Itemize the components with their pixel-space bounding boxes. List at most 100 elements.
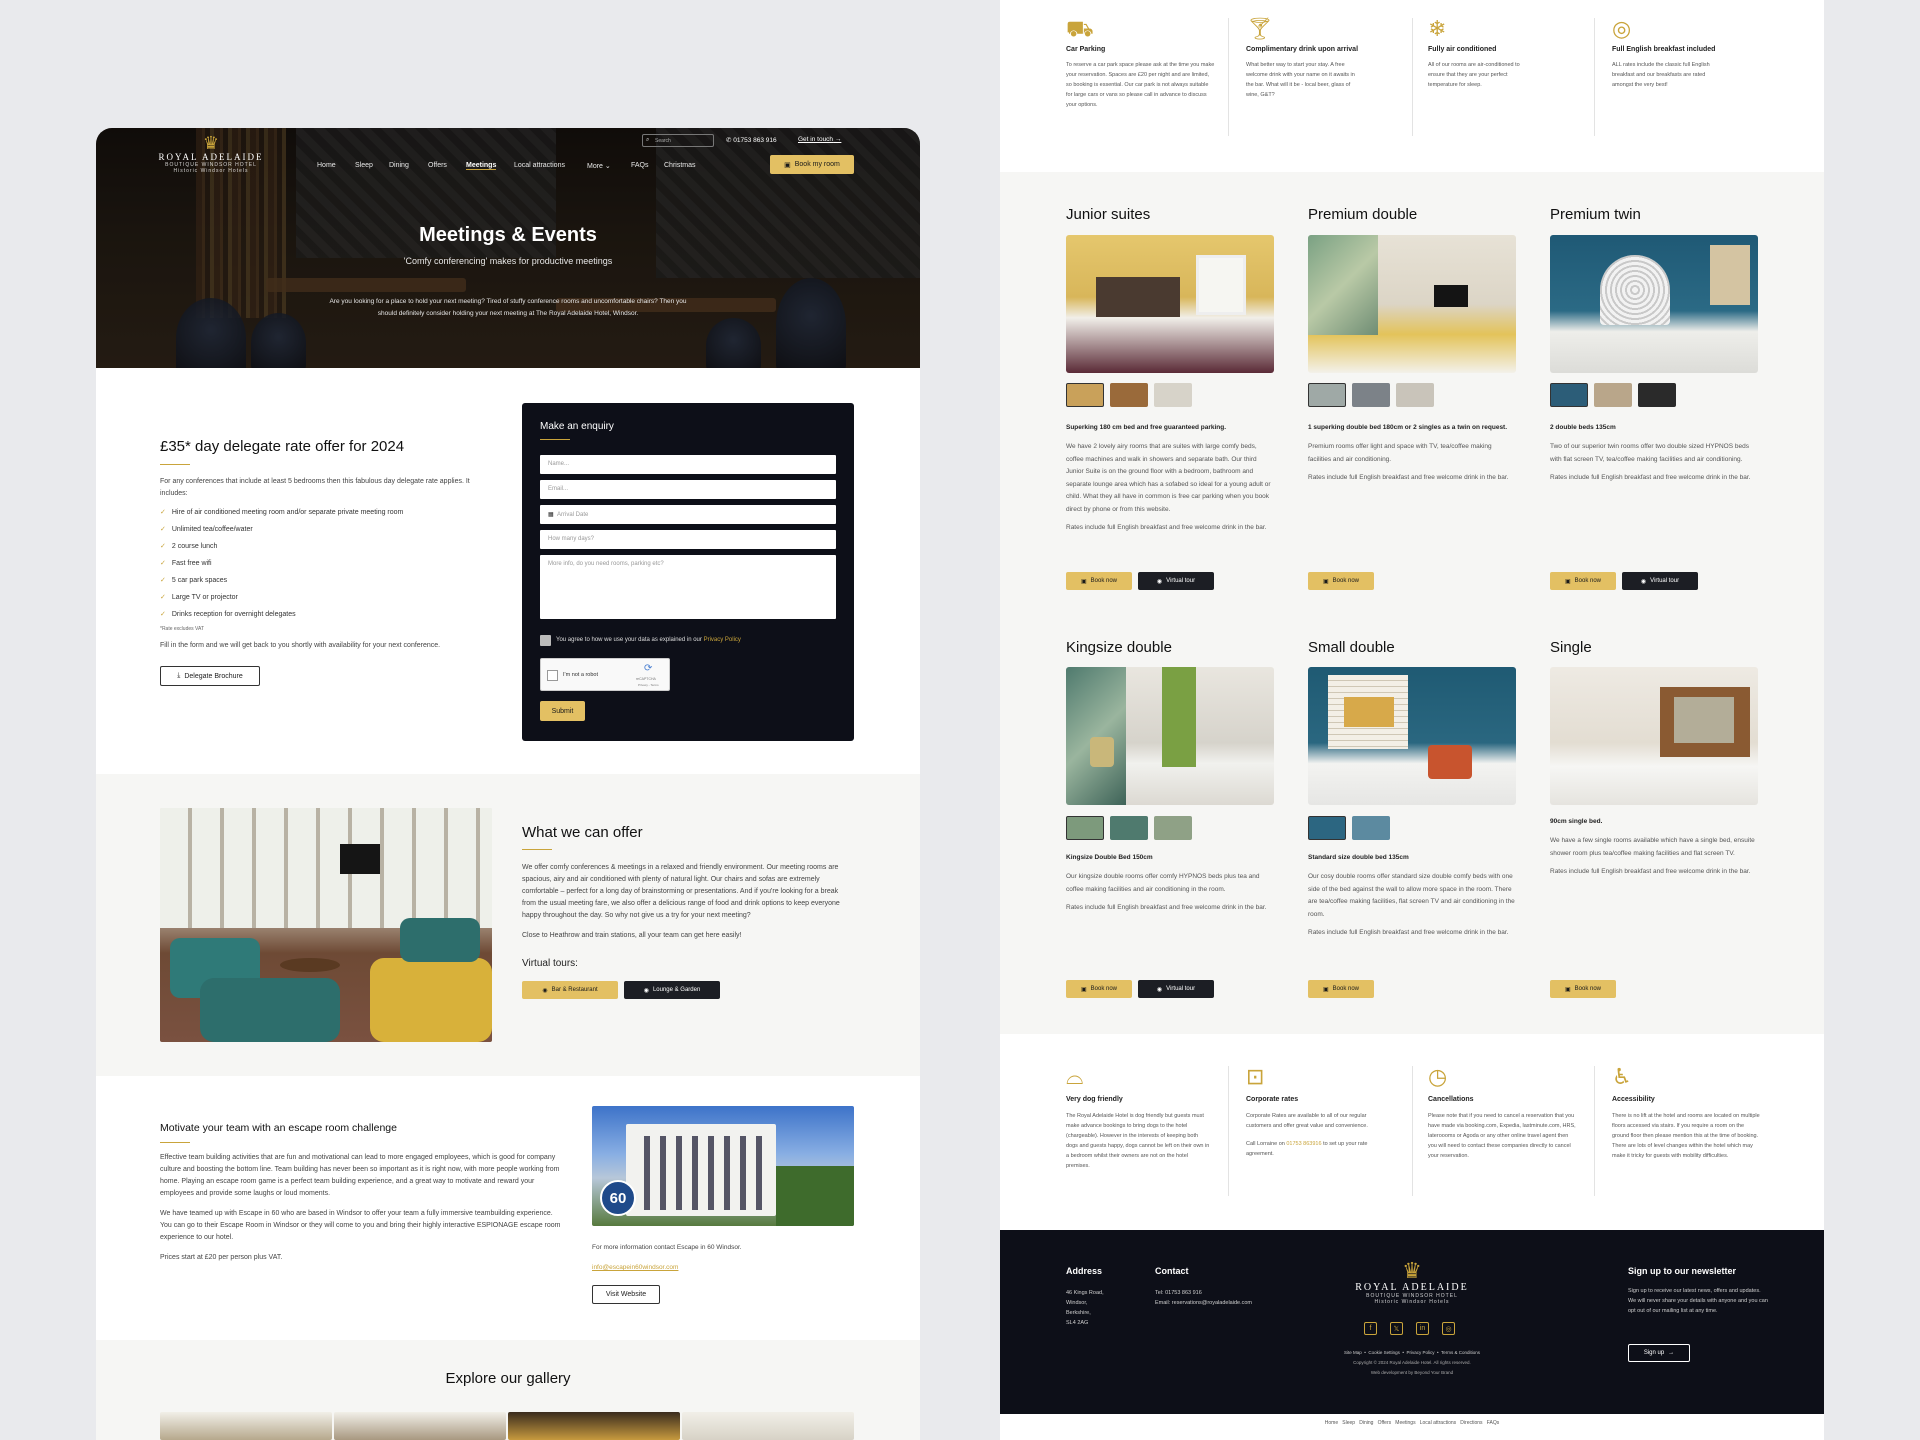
aircon-icon: ❄ xyxy=(1428,16,1447,41)
divider xyxy=(1594,1066,1595,1196)
room-thumbnail[interactable] xyxy=(1066,383,1104,407)
nav-sleep[interactable]: Sleep xyxy=(355,162,373,169)
cushion-image xyxy=(1090,737,1114,767)
divider xyxy=(1228,18,1229,136)
book-now-button[interactable]: ▣ Book now xyxy=(1066,572,1132,590)
book-label: Book now xyxy=(1574,986,1602,992)
more-info-textarea[interactable]: More info, do you need rooms, parking et… xyxy=(540,555,836,619)
room-photo[interactable] xyxy=(1308,235,1516,373)
email-field[interactable]: Email... xyxy=(540,480,836,499)
room-thumbnail[interactable] xyxy=(1154,383,1192,407)
get-in-touch-link[interactable]: Get in touch → xyxy=(798,136,841,143)
nav-dining[interactable]: Dining xyxy=(389,162,409,169)
nav-faqs[interactable]: FAQs xyxy=(631,162,649,169)
room-description: Our kingsize double rooms offer comfy HY… xyxy=(1066,873,1260,893)
car-icon: ⛟ xyxy=(1066,16,1094,41)
book-now-button[interactable]: ▣ Book now xyxy=(1308,572,1374,590)
book-now-button[interactable]: ▣ Book now xyxy=(1066,980,1132,998)
policy-accessibility: ♿︎ Accessibility There is no lift at the… xyxy=(1612,1066,1762,1161)
delegate-brochure-button[interactable]: ⤓ Delegate Brochure xyxy=(160,666,260,686)
room-thumbnail[interactable] xyxy=(1308,816,1346,840)
nav-christmas[interactable]: Christmas xyxy=(664,162,696,169)
gallery-image[interactable] xyxy=(682,1412,854,1440)
room-photo[interactable] xyxy=(1066,667,1274,805)
room-bed-info: 2 double beds 135cm xyxy=(1550,424,1616,431)
offer-list: ✓ Hire of air conditioned meeting room an… xyxy=(160,504,495,623)
info-placeholder: More info, do you need rooms, parking et… xyxy=(548,561,664,567)
room-thumbnail[interactable] xyxy=(1110,383,1148,407)
book-now-button[interactable]: ▣ Book now xyxy=(1550,572,1616,590)
room-rates: Rates include full English breakfast and… xyxy=(1308,474,1509,481)
room-photo[interactable] xyxy=(1550,667,1758,805)
phone-link[interactable]: 01753 863916 xyxy=(1286,1141,1321,1147)
days-field[interactable]: How many days? xyxy=(540,530,836,549)
room-thumbnail[interactable] xyxy=(1308,383,1346,407)
nav-local-attractions[interactable]: Local attractions xyxy=(514,162,565,169)
tree-image xyxy=(776,1166,854,1226)
room-thumbnail[interactable] xyxy=(1638,383,1676,407)
virtual-tours-title: Virtual tours: xyxy=(522,958,578,969)
sign-up-button[interactable]: Sign up → xyxy=(1628,1344,1690,1362)
room-thumbnail[interactable] xyxy=(1594,383,1632,407)
gallery-image[interactable] xyxy=(334,1412,506,1440)
virtual-tour-button[interactable]: ◉ Virtual tour xyxy=(1622,572,1698,590)
nav-offers[interactable]: Offers xyxy=(428,162,447,169)
phone-link[interactable]: ✆ 01753 863 916 xyxy=(726,136,777,144)
site-footer: Address 46 Kings Road, Windsor, Berkshir… xyxy=(1000,1230,1824,1414)
feature-title: Complimentary drink upon arrival xyxy=(1246,46,1359,53)
footer-email-link[interactable]: Email: reservations@royaladelaide.com xyxy=(1155,1298,1252,1308)
room-thumbnail[interactable] xyxy=(1352,816,1390,840)
newsletter: Sign up to our newsletter Sign up to rec… xyxy=(1628,1266,1768,1362)
visit-label: Visit Website xyxy=(605,1291,647,1298)
policy-title: Accessibility xyxy=(1612,1096,1655,1103)
room-photo[interactable] xyxy=(1308,667,1516,805)
book-now-button[interactable]: ▣ Book now xyxy=(1550,980,1616,998)
consent-checkbox[interactable] xyxy=(540,635,551,646)
book-now-button[interactable]: ▣ Book now xyxy=(1308,980,1374,998)
visit-website-button[interactable]: Visit Website xyxy=(592,1285,660,1304)
curtain-image xyxy=(1710,245,1750,305)
submit-button[interactable]: Submit xyxy=(540,701,585,721)
captcha-checkbox[interactable] xyxy=(547,670,558,681)
book-room-button[interactable]: ▣ Book my room xyxy=(770,155,854,174)
linkedin-icon[interactable]: in xyxy=(1416,1322,1429,1335)
x-twitter-icon[interactable]: 𝕏 xyxy=(1390,1322,1403,1335)
room-thumbnail[interactable] xyxy=(1550,383,1588,407)
nav-meetings[interactable]: Meetings xyxy=(466,162,497,170)
nav-home[interactable]: Home xyxy=(317,162,336,169)
virtual-tour-button[interactable]: ◉ Virtual tour xyxy=(1138,980,1214,998)
room-rates: Rates include full English breakfast and… xyxy=(1066,524,1267,531)
room-bed-info: 1 superking double bed 180cm or 2 single… xyxy=(1308,424,1508,431)
breakfast-icon: ◎ xyxy=(1612,16,1632,41)
room-thumbnail[interactable] xyxy=(1352,383,1390,407)
virtual-tour-button[interactable]: ◉ Virtual tour xyxy=(1138,572,1214,590)
room-title: Junior suites xyxy=(1066,206,1151,223)
tour-bar-restaurant-button[interactable]: ◉ Bar & Restaurant xyxy=(522,981,618,999)
gallery-image[interactable] xyxy=(160,1412,332,1440)
instagram-icon[interactable]: ◎ xyxy=(1442,1322,1455,1335)
room-photo[interactable] xyxy=(1066,235,1274,373)
address-line: SL4 2AG xyxy=(1066,1320,1089,1326)
search-input[interactable]: ⌕ Search xyxy=(642,134,714,147)
name-field[interactable]: Name... xyxy=(540,455,836,474)
gallery-image[interactable] xyxy=(508,1412,680,1440)
nav-more[interactable]: More ⌄ xyxy=(587,162,611,170)
footer-logo[interactable]: ♛ ROYAL ADELAIDE BOUTIQUE WINDSOR HOTEL … xyxy=(1352,1260,1472,1306)
hotel-logo[interactable]: ♛ ROYAL ADELAIDE BOUTIQUE WINDSOR HOTEL … xyxy=(156,134,266,174)
developer-credit[interactable]: Web development by Beyond Your Brand xyxy=(1000,1370,1824,1375)
room-thumbnail[interactable] xyxy=(1066,816,1104,840)
room-photo[interactable] xyxy=(1550,235,1758,373)
arrival-date-field[interactable]: ▦ Arrival Date xyxy=(540,505,836,524)
bottom-nav[interactable]: Home Sleep Dining Offers Meetings Local … xyxy=(1000,1420,1824,1426)
room-thumbnail[interactable] xyxy=(1154,816,1192,840)
room-thumbnail[interactable] xyxy=(1396,383,1434,407)
footer-phone-link[interactable]: Tel: 01753 863 916 xyxy=(1155,1288,1252,1298)
room-thumbnail[interactable] xyxy=(1110,816,1148,840)
tour-lounge-garden-button[interactable]: ◉ Lounge & Garden xyxy=(624,981,720,999)
rooms-section: Junior suites Superking 180 cm bed and f… xyxy=(1000,172,1824,1034)
footer-links[interactable]: Site Map • Cookie Settings • Privacy Pol… xyxy=(1000,1350,1824,1355)
escape-paragraph: We have teamed up with Escape in 60 who … xyxy=(160,1210,561,1241)
privacy-policy-link[interactable]: Privacy Policy xyxy=(704,637,741,643)
facebook-icon[interactable]: f xyxy=(1364,1322,1377,1335)
escape-email-link[interactable]: info@escapein60windsor.com xyxy=(592,1264,678,1271)
